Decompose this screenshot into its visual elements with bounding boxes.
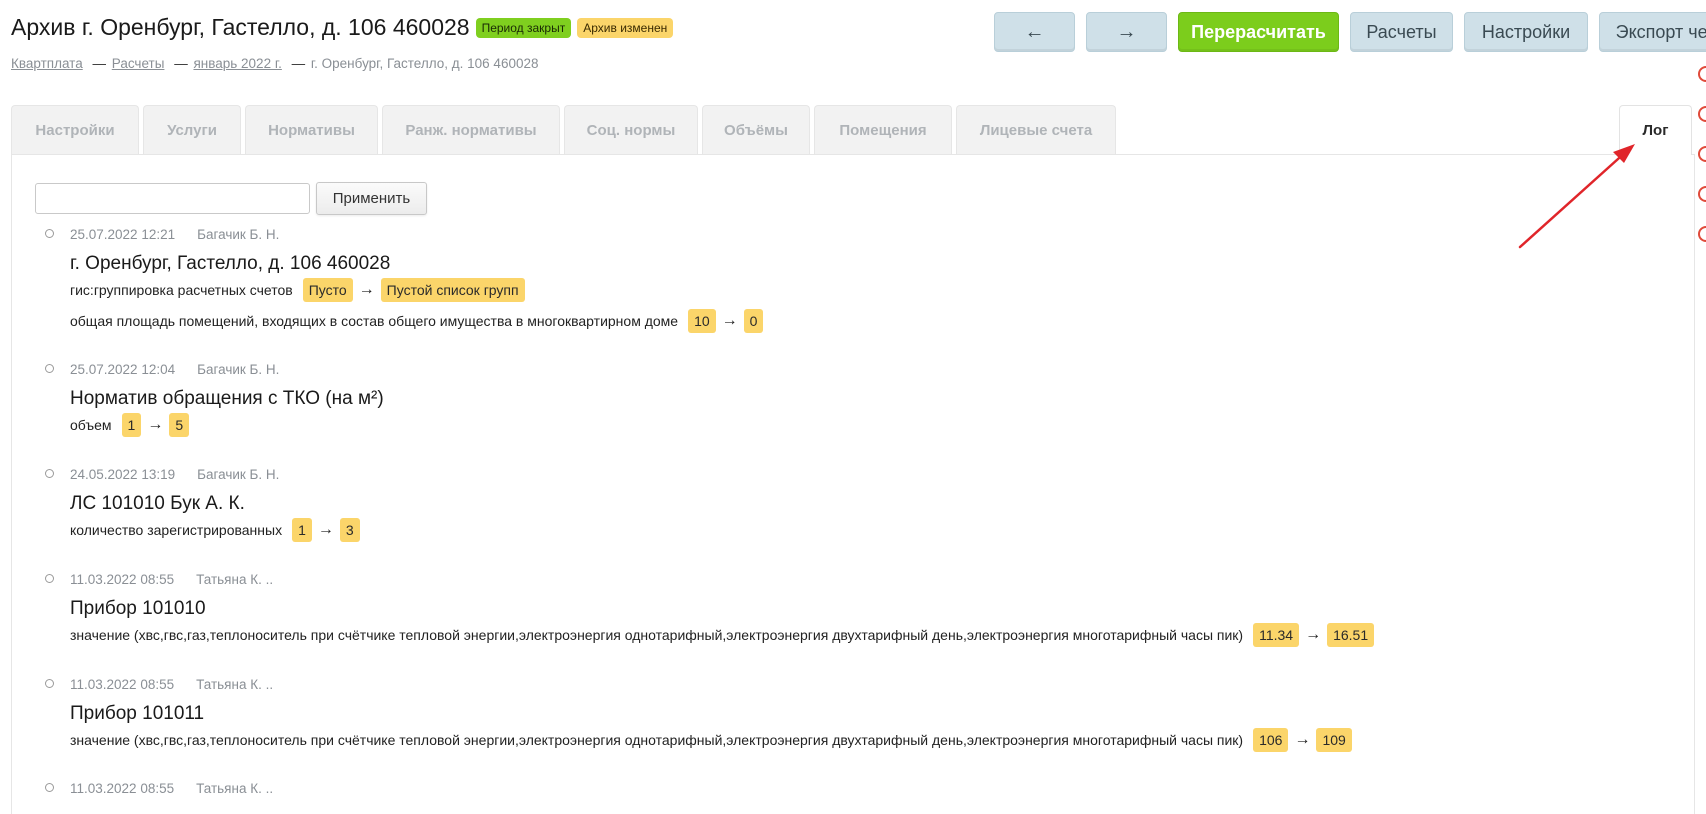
timeline-marker-icon [45,364,54,373]
entry-datetime: 11.03.2022 08:55 [70,781,175,796]
entry-author: Татьяна К. .. [196,677,274,692]
arrow-right-icon: → [358,281,375,298]
entry-meta: 11.03.2022 08:55 Татьяна К. .. [70,677,273,692]
timeline-marker-icon [45,783,54,792]
entry-author: Татьяна К. .. [196,781,274,796]
breadcrumb-separator: — [174,56,188,71]
breadcrumb-link-kvartplata[interactable]: Квартплата [11,56,83,71]
entry-title: Прибор 101011 [70,703,205,724]
tab-premises[interactable]: Помещения [814,105,952,154]
timeline-marker-icon [45,229,54,238]
old-value: 10 [688,309,716,333]
export-receipts-button[interactable]: Экспорт чеков [1599,12,1706,52]
arrow-right-icon: → [1294,731,1311,748]
edge-indicator-icon[interactable] [1698,226,1706,242]
old-value: 1 [121,413,142,437]
entry-meta: 25.07.2022 12:21 Багачик Б. Н. [70,227,279,242]
change-row: количество зарегистрированных 1 → 3 [70,518,360,542]
page-title: Архив г. Оренбург, Гастелло, д. 106 4600… [11,14,470,40]
next-period-button[interactable]: → [1086,12,1167,52]
arrow-right-icon: → [1305,626,1322,643]
entry-datetime: 11.03.2022 08:55 [70,677,175,692]
settings-button[interactable]: Настройки [1464,12,1588,52]
edge-indicator-icon[interactable] [1698,186,1706,202]
timeline-marker-icon [45,469,54,478]
breadcrumb-current: г. Оренбург, Гастелло, д. 106 460028 [310,56,539,71]
tab-volumes[interactable]: Объёмы [702,105,810,154]
archive-changed-badge: Архив изменен [577,17,674,38]
tab-personal-accounts[interactable]: Лицевые счета [956,105,1116,154]
timeline-marker-icon [45,574,54,583]
log-filter-input[interactable] [35,183,310,214]
entry-datetime: 24.05.2022 13:19 [70,467,176,482]
arrow-right-icon: → [147,416,164,433]
entry-datetime: 11.03.2022 08:55 [70,572,175,587]
tab-bar: Настройки Услуги Нормативы Ранж. нормати… [11,105,1116,154]
new-value: 5 [169,413,190,437]
entry-author: Багачик Б. Н. [197,227,280,242]
change-field: количество зарегистрированных [70,522,283,538]
apply-filter-button[interactable]: Применить [316,182,427,215]
change-row: гис:группировка расчетных счетов Пусто →… [70,278,525,302]
change-field: общая площадь помещений, входящих в сост… [70,313,679,329]
entry-meta: 25.07.2022 12:04 Багачик Б. Н. [70,362,279,377]
entry-datetime: 25.07.2022 12:21 [70,227,176,242]
entry-meta: 24.05.2022 13:19 Багачик Б. Н. [70,467,279,482]
tab-social-norms[interactable]: Соц. нормы [564,105,698,154]
tab-norms[interactable]: Нормативы [245,105,378,154]
breadcrumb: Квартплата — Расчеты — январь 2022 г. — … [11,56,538,71]
prev-period-button[interactable]: ← [994,12,1075,52]
arrow-right-icon: → [721,312,738,329]
entry-author: Багачик Б. Н. [197,467,280,482]
tab-settings[interactable]: Настройки [11,105,139,154]
change-row: объем 1 → 5 [70,413,190,437]
tab-ranged-norms[interactable]: Ранж. нормативы [382,105,560,154]
breadcrumb-link-calcs[interactable]: Расчеты [112,56,165,71]
new-value: 3 [339,518,360,542]
timeline-marker-icon [45,679,54,688]
period-closed-badge: Период закрыт [475,17,572,38]
entry-title: Норматив обращения с ТКО (на м²) [70,388,384,409]
edge-indicators [1698,66,1706,266]
change-row: общая площадь помещений, входящих в сост… [70,309,764,333]
change-field: значение (хвс,гвс,газ,теплоноситель при … [70,732,1244,748]
page-header: Архив г. Оренбург, Гастелло, д. 106 4600… [11,14,674,41]
entry-datetime: 25.07.2022 12:04 [70,362,176,377]
edge-indicator-icon[interactable] [1698,106,1706,122]
tab-services[interactable]: Услуги [143,105,241,154]
change-field: значение (хвс,гвс,газ,теплоноситель при … [70,627,1244,643]
old-value: Пусто [302,278,353,302]
entry-author: Багачик Б. Н. [197,362,280,377]
entry-title: Прибор 101010 [70,598,206,619]
entry-author: Татьяна К. .. [196,572,274,587]
new-value: 16.51 [1327,623,1375,647]
annotation-arrow-icon [1518,144,1635,249]
edge-indicator-icon[interactable] [1698,66,1706,82]
toolbar: ← → Перерасчитать Расчеты Настройки Эксп… [994,12,1706,52]
change-row: значение (хвс,гвс,газ,теплоноситель при … [70,728,1352,752]
change-row: значение (хвс,гвс,газ,теплоноситель при … [70,623,1375,647]
entry-meta: 11.03.2022 08:55 Татьяна К. .. [70,781,273,796]
calculations-button[interactable]: Расчеты [1350,12,1453,52]
edge-indicator-icon[interactable] [1698,146,1706,162]
arrow-right-icon: → [317,521,334,538]
breadcrumb-separator: — [92,56,107,71]
change-field: объем [70,417,112,433]
new-value: Пустой список групп [380,278,525,302]
change-field: гис:группировка расчетных счетов [70,282,293,298]
entry-title: ЛС 101010 Бук А. К. [70,493,245,514]
breadcrumb-link-period[interactable]: январь 2022 г. [193,56,281,71]
old-value: 1 [292,518,312,542]
old-value: 106 [1253,728,1289,752]
breadcrumb-separator: — [291,56,306,71]
new-value: 109 [1316,728,1352,752]
recalculate-button[interactable]: Перерасчитать [1178,12,1339,52]
entry-title: г. Оренбург, Гастелло, д. 106 460028 [70,253,391,274]
new-value: 0 [743,309,764,333]
entry-meta: 11.03.2022 08:55 Татьяна К. .. [70,572,273,587]
old-value: 11.34 [1253,623,1300,647]
